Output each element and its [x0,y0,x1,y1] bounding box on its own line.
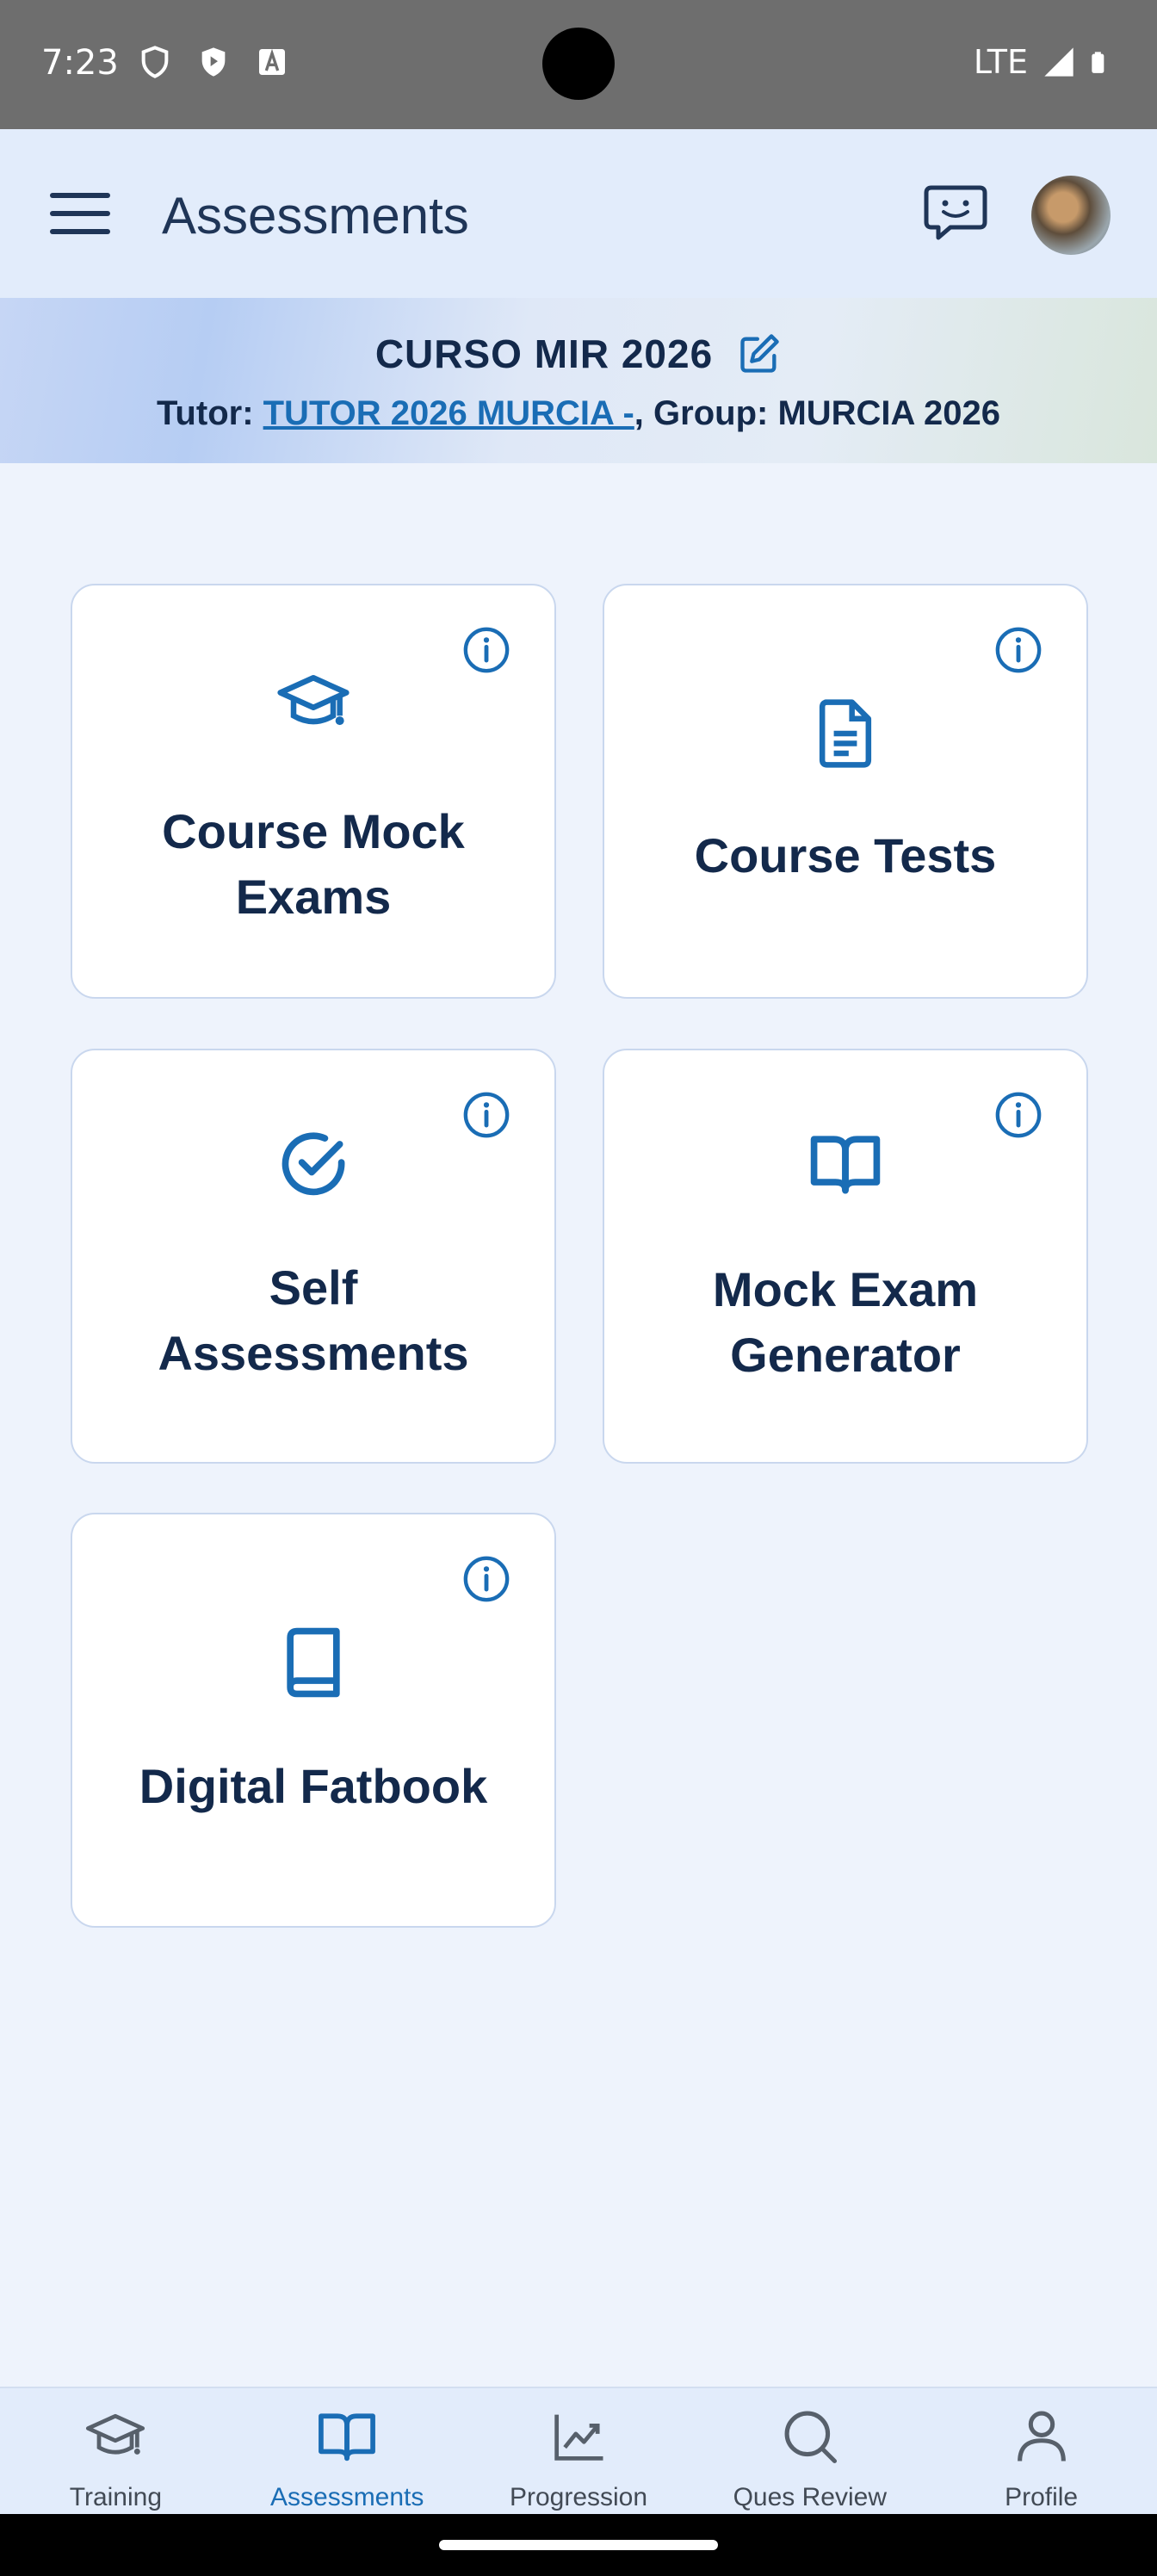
info-icon[interactable] [993,625,1043,675]
tutor-prefix: Tutor: [156,394,263,432]
chat-icon[interactable] [921,183,990,245]
page-title: Assessments [162,187,469,245]
notification-icons [138,45,289,79]
chart-icon [554,2414,603,2461]
network-type: LTE [973,43,1028,81]
check-circle-icon [282,1132,345,1196]
signal-icon [1044,47,1073,77]
course-name: CURSO MIR 2026 [374,331,714,376]
info-icon[interactable] [993,1090,1043,1140]
status-time: 7:23 [41,43,119,83]
info-icon[interactable] [461,1090,511,1140]
nav-label: Progression [509,2483,648,2511]
nav-item-assessments[interactable]: Assessments [232,2388,463,2514]
battery-icon [1092,52,1104,73]
status-right: LTE [974,43,1114,81]
nav-item-ques-review[interactable]: Ques Review [694,2388,925,2514]
card-course-mock-exams[interactable]: Course Mock Exams [71,584,556,999]
card-course-tests[interactable]: Course Tests [603,584,1088,999]
graduation-cap-icon [277,674,350,726]
card-label: Mock Exam Generator [712,1262,979,1382]
tutor-line: Tutor: TUTOR 2026 MURCIA -, Group: MURCI… [0,394,1157,433]
info-icon[interactable] [461,625,511,675]
info-icon[interactable] [461,1554,511,1604]
edit-icon[interactable] [737,331,782,376]
open-book-icon [810,1136,881,1194]
nav-item-training[interactable]: Training [0,2388,232,2514]
nav-label: Ques Review [733,2483,887,2511]
card-self-assessments[interactable]: Self Assessments [71,1049,556,1464]
group-text: , Group: MURCIA 2026 [634,394,1001,432]
app-bar: Assessments [0,129,1157,298]
search-icon [784,2411,837,2464]
book-icon [287,1627,340,1698]
camera-cutout [542,28,615,100]
font-icon [259,48,285,75]
course-banner: CURSO MIR 2026 Tutor: TUTOR 2026 MURCIA … [0,298,1157,463]
menu-icon[interactable] [46,186,117,241]
card-label: Digital Fatbook [139,1759,488,1813]
nav-label: Training [69,2483,163,2511]
open-book-icon [319,2413,376,2461]
nav-label: Profile [1005,2483,1079,2511]
status-bar: 7:23 LTE [0,0,1157,129]
card-label: Course Mock Exams [162,804,465,924]
nav-item-progression[interactable]: Progression [463,2388,695,2514]
card-mock-exam-generator[interactable]: Mock Exam Generator [603,1049,1088,1464]
document-icon [819,699,872,768]
person-icon [1017,2411,1066,2461]
card-digital-fatbook[interactable]: Digital Fatbook [71,1513,556,1928]
gesture-area [0,2514,1157,2576]
shield-icon [141,46,169,78]
card-label: Course Tests [694,828,997,882]
play-shield-icon [201,47,226,77]
graduation-cap-icon [86,2413,145,2455]
avatar[interactable] [1031,176,1111,255]
nav-item-profile[interactable]: Profile [925,2388,1157,2514]
home-gesture-bar[interactable] [439,2540,718,2550]
nav-label: Assessments [270,2483,424,2511]
bottom-nav: Training Assessments Progression Ques Re… [0,2387,1157,2514]
card-label: Self Assessments [158,1260,469,1380]
tutor-link[interactable]: TUTOR 2026 MURCIA - [263,394,634,432]
